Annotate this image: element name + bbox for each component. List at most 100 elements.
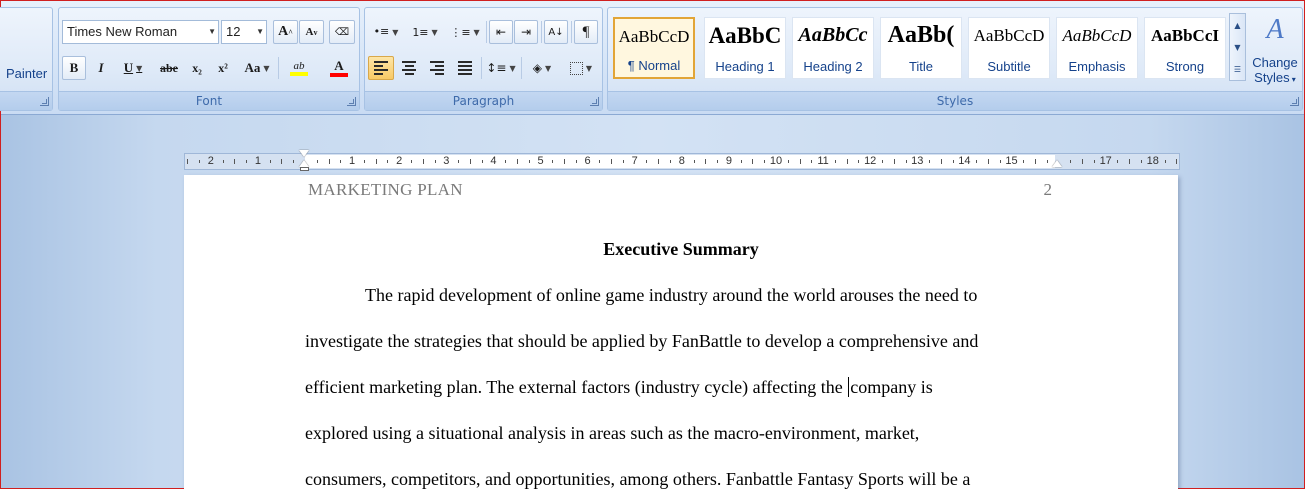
chevron-down-icon[interactable]: ▼: [136, 64, 142, 73]
font-color-button[interactable]: A: [321, 56, 357, 80]
paint-bucket-icon: ◈: [532, 61, 543, 75]
paragraph-dialog-launcher-icon[interactable]: [590, 97, 599, 106]
styles-dialog-launcher-icon[interactable]: [1290, 97, 1299, 106]
body-text-line[interactable]: consumers, competitors, and opportunitie…: [305, 469, 970, 489]
align-left-button[interactable]: [368, 56, 394, 80]
line-spacing-button[interactable]: ↕≡ ▼: [484, 56, 518, 80]
underline-button[interactable]: U ▼: [116, 56, 150, 80]
body-text-line[interactable]: explored using a situational analysis in…: [305, 423, 919, 444]
body-text-line[interactable]: The rapid development of online game ind…: [365, 285, 977, 306]
justify-button[interactable]: [452, 56, 478, 80]
style-heading-2[interactable]: AaBbCc Heading 2: [792, 17, 874, 79]
align-center-button[interactable]: [396, 56, 422, 80]
style-title[interactable]: AaBb( Title: [880, 17, 962, 79]
decrease-indent-button[interactable]: ⇤: [489, 20, 513, 44]
ruler-tick: [516, 159, 518, 164]
bold-button[interactable]: B: [62, 56, 86, 80]
strikethrough-button[interactable]: abe: [155, 56, 183, 80]
chevron-down-icon[interactable]: ▼: [432, 28, 438, 37]
chevron-down-icon[interactable]: ▼: [474, 28, 480, 37]
chevron-down-icon[interactable]: ▼: [256, 21, 264, 43]
multilevel-list-button[interactable]: ⋮≡ ▼: [447, 20, 483, 44]
body-text-line[interactable]: efficient marketing plan. The external f…: [305, 377, 933, 398]
body-text-line[interactable]: investigate the strategies that should b…: [305, 331, 978, 352]
superscript-button[interactable]: x²: [211, 56, 235, 80]
ruler-tick: [999, 160, 1001, 163]
style-heading-1[interactable]: AaBbC Heading 1: [704, 17, 786, 79]
grow-font-icon: A: [278, 24, 289, 39]
chevron-down-icon[interactable]: ▼: [1234, 43, 1240, 52]
font-family-combo[interactable]: Times New Roman ▼: [62, 20, 219, 44]
ruler-label: 18: [1146, 155, 1159, 167]
style-emphasis[interactable]: AaBbCcD Emphasis: [1056, 17, 1138, 79]
style-preview: AaBb(: [887, 22, 955, 48]
ruler-tick: [340, 160, 342, 163]
grow-font-button[interactable]: A ^: [273, 20, 298, 44]
ruler-label: 6: [584, 155, 591, 167]
chevron-down-icon[interactable]: ▼: [545, 64, 551, 73]
ruler-tick: [187, 159, 189, 164]
style-name: Subtitle: [987, 59, 1031, 74]
clipboard-dialog-launcher-icon[interactable]: [40, 97, 49, 106]
more-styles-icon[interactable]: ☰: [1234, 65, 1241, 74]
ruler-tick: [269, 160, 271, 163]
first-line-indent-marker[interactable]: [299, 150, 309, 157]
highlight-button[interactable]: ab: [281, 56, 317, 80]
chevron-down-icon[interactable]: ▼: [509, 64, 515, 73]
superscript-icon: x²: [218, 60, 228, 75]
styles-gallery-scroll[interactable]: ▲ ▼ ☰: [1229, 13, 1246, 81]
ruler-tick: [787, 160, 789, 163]
numbering-button[interactable]: 1≡ ▼: [407, 20, 443, 44]
bullets-button[interactable]: •≡ ▼: [368, 20, 404, 44]
chevron-down-icon[interactable]: ▼: [208, 21, 216, 43]
hanging-indent-marker[interactable]: [299, 160, 309, 167]
ruler-label: 8: [678, 155, 685, 167]
style-preview: AaBbC: [708, 23, 782, 48]
italic-button[interactable]: I: [89, 56, 113, 80]
italic-icon: I: [98, 60, 104, 75]
align-right-icon: [430, 61, 444, 75]
ruler-tick: [234, 159, 236, 164]
ruler-tick: [363, 160, 365, 163]
font-dialog-launcher-icon[interactable]: [347, 97, 356, 106]
horizontal-ruler[interactable]: 2 1 1 2 3 4 5 6 7 8 9 10 11 12 13 14 15 17 18: [184, 150, 1180, 171]
ruler-tick: [846, 159, 848, 164]
ruler-tick: [976, 160, 978, 163]
font-size-combo[interactable]: 12 ▼: [221, 20, 267, 44]
right-indent-marker[interactable]: [1052, 160, 1062, 167]
left-indent-marker[interactable]: [300, 167, 309, 171]
ruler-label: 13: [911, 155, 924, 167]
ruler-label: 12: [864, 155, 877, 167]
style-normal[interactable]: AaBbCcD ¶ Normal: [613, 17, 695, 79]
ruler-tick: [316, 160, 318, 163]
change-styles-label: Change: [1252, 55, 1298, 70]
style-subtitle[interactable]: AaBbCcD Subtitle: [968, 17, 1050, 79]
chevron-down-icon[interactable]: ▼: [392, 28, 398, 37]
shading-button[interactable]: ◈ ▼: [524, 56, 560, 80]
bold-icon: B: [69, 60, 79, 75]
increase-indent-button[interactable]: ⇥: [514, 20, 538, 44]
ruler-label: 11: [817, 155, 829, 167]
subscript-button[interactable]: x₂: [185, 56, 209, 80]
change-case-button[interactable]: Aa ▼: [239, 56, 275, 80]
borders-button[interactable]: ▼: [563, 56, 599, 80]
chevron-up-icon[interactable]: ▲: [1234, 21, 1240, 30]
document-page[interactable]: MARKETING PLAN 2 Executive Summary The r…: [184, 175, 1178, 489]
ruler-tick: [670, 160, 672, 163]
sort-button[interactable]: A↓: [544, 20, 568, 44]
style-preview: AaBbCcD: [618, 27, 690, 46]
align-right-button[interactable]: [424, 56, 450, 80]
change-case-icon: Aa: [244, 60, 261, 75]
chevron-down-icon[interactable]: ▼: [263, 64, 269, 73]
ruler-tick: [505, 160, 507, 163]
ruler-tick: [811, 160, 813, 163]
show-formatting-marks-button[interactable]: ¶: [574, 20, 598, 44]
style-strong[interactable]: AaBbCcI Strong: [1144, 17, 1226, 79]
format-painter-button[interactable]: Painter: [6, 66, 47, 81]
clear-formatting-button[interactable]: ⌫: [329, 20, 355, 44]
ruler-tick: [905, 160, 907, 163]
ruler-tick: [693, 160, 695, 163]
shrink-font-button[interactable]: Av: [299, 20, 324, 44]
change-styles-button[interactable]: A Change Styles ▾: [1251, 15, 1299, 93]
chevron-down-icon[interactable]: ▼: [586, 64, 592, 73]
